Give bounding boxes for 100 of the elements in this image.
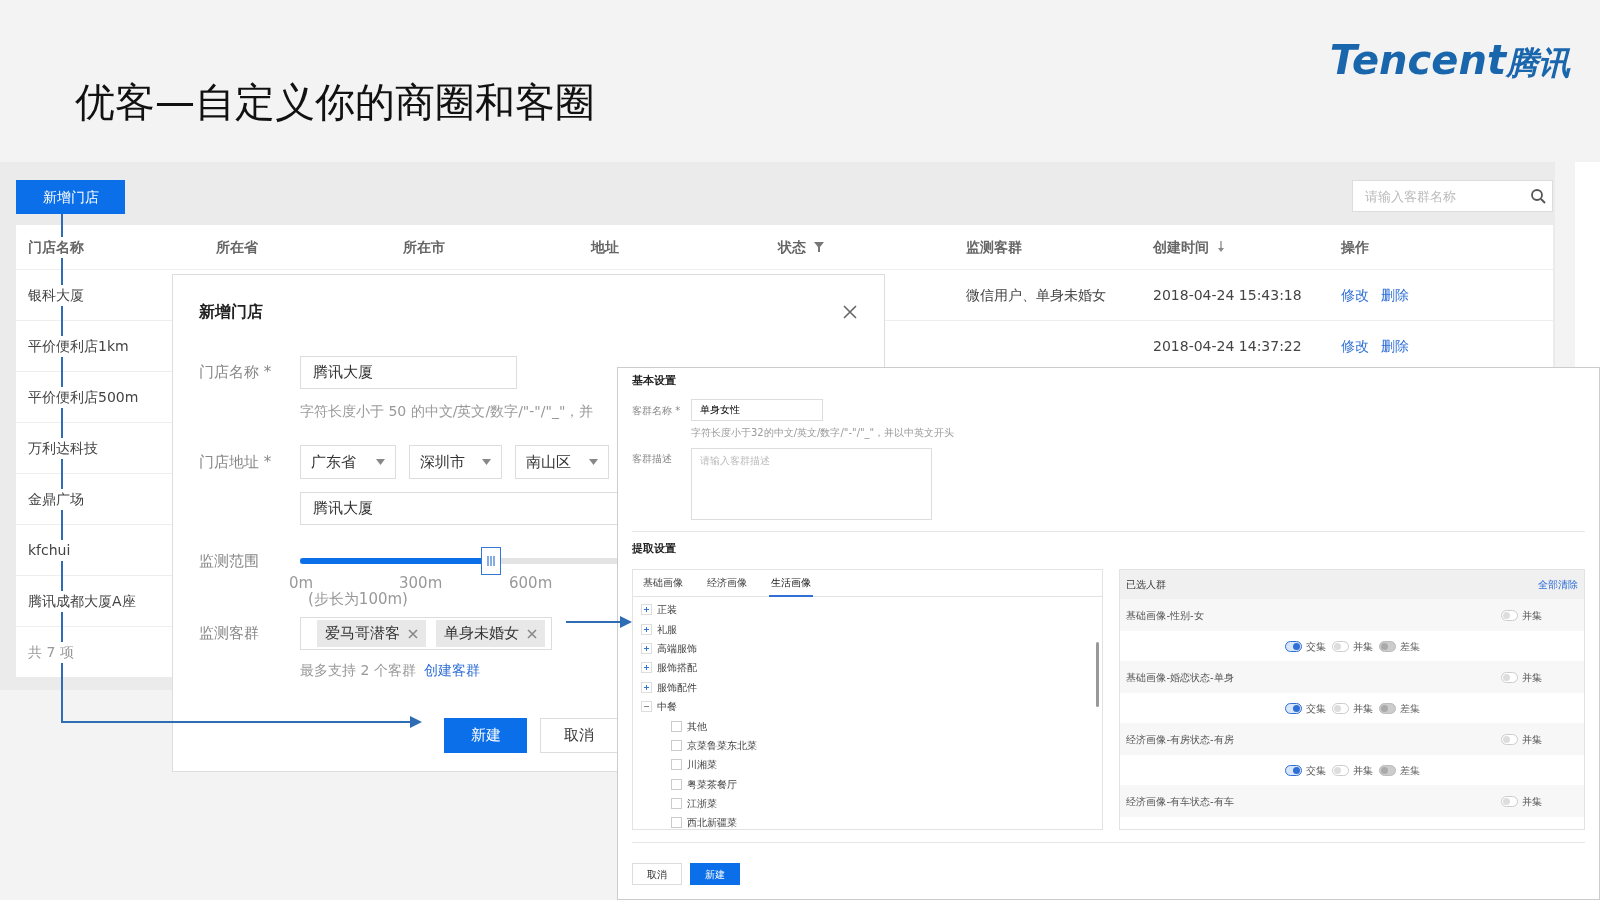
table-cell: kfchui — [28, 539, 71, 561]
slider-handle[interactable] — [480, 547, 501, 575]
close-icon — [842, 304, 858, 320]
scale-label: 600m — [509, 575, 553, 591]
option-label: 并集 — [1522, 670, 1542, 685]
cancel-button[interactable]: 取消 — [632, 863, 682, 885]
option-label: 并集 — [1522, 608, 1542, 623]
filter-icon — [814, 242, 824, 252]
panel-title: 已选人群 — [1126, 578, 1167, 592]
group-label: 经济画像-有房状态-有房 — [1126, 732, 1234, 747]
close-icon — [527, 628, 537, 639]
tree-item[interactable]: 高端服饰 — [657, 640, 697, 656]
select-field[interactable]: 南山区 — [515, 445, 609, 479]
option-label: 并集 — [1352, 639, 1373, 654]
checkbox[interactable] — [671, 817, 682, 829]
tree-item[interactable]: 京菜鲁菜东北菜 — [687, 737, 757, 753]
tree-item[interactable]: 西北新疆菜 — [687, 815, 737, 829]
tab[interactable]: 生活画像 — [769, 570, 813, 597]
toggle-switch[interactable] — [1284, 640, 1302, 652]
input-field[interactable]: 单身女性 — [691, 399, 823, 421]
create-button[interactable]: 新建 — [690, 863, 740, 885]
table-cell: 腾讯成都大厦A座 — [28, 590, 136, 612]
scrollbar[interactable] — [1096, 642, 1100, 707]
tree-item[interactable]: 中餐 — [657, 699, 677, 715]
option-label: 并集 — [1352, 763, 1373, 778]
select-field[interactable]: 广东省 — [300, 445, 396, 479]
field-label: 监测客群 — [199, 623, 260, 645]
group-label: 基础画像-婚恋状态-单身 — [1126, 670, 1234, 685]
input-field[interactable]: 腾讯大厦 — [300, 356, 517, 389]
section-title: 提取设置 — [632, 542, 677, 556]
group-label: 经济画像-有车状态-有车 — [1126, 794, 1234, 809]
input-field[interactable]: 腾讯大厦 — [300, 492, 618, 525]
action-link[interactable]: 修改 — [1340, 335, 1369, 357]
caret-icon — [376, 459, 385, 465]
option-label: 差集 — [1399, 639, 1420, 654]
field-label: 监测范围 — [199, 550, 260, 572]
collapse-icon[interactable] — [641, 701, 652, 713]
remove-button[interactable] — [408, 628, 418, 639]
tag: 单身未婚女 — [436, 620, 545, 647]
expand-icon[interactable] — [641, 623, 652, 635]
remove-button[interactable] — [527, 628, 537, 639]
expand-icon[interactable] — [641, 642, 652, 654]
field-label: 门店地址 * — [199, 451, 273, 473]
option-label: 交集 — [1305, 701, 1326, 716]
toggle-switch[interactable] — [1284, 702, 1302, 714]
create-link[interactable]: 创建客群 — [423, 660, 480, 681]
grip-icon — [486, 556, 495, 566]
tree-item[interactable]: 粤菜茶餐厅 — [687, 776, 737, 792]
field-label: 门店名称 * — [199, 362, 273, 384]
hint-text: 字符长度小于32的中文/英文/数字/"-"/"_"，并以中英文开头 — [691, 426, 955, 440]
scale-label: 300m — [399, 575, 443, 591]
cancel-button[interactable]: 取消 — [540, 718, 618, 753]
hint-text: 字符长度小于 50 的中文/英文/数字/"-"/"_"，并 — [300, 402, 594, 421]
field-label: 客群描述 — [632, 452, 673, 466]
close-button[interactable] — [842, 304, 858, 320]
tree-item[interactable]: 川湘菜 — [687, 757, 717, 773]
tag-field[interactable]: 爱马哥潜客 单身未婚女 — [300, 617, 552, 650]
tree-item[interactable]: 其他 — [687, 718, 707, 734]
table-cell: 银科大厦 — [28, 284, 84, 306]
create-button[interactable]: 新建 — [444, 718, 527, 753]
table-cell: 万利达科技 — [28, 437, 98, 459]
action-link[interactable]: 删除 — [1380, 284, 1409, 306]
hint-text: (步长为100m) — [308, 591, 408, 607]
tree-item[interactable]: 正装 — [657, 602, 677, 618]
action-link[interactable]: 修改 — [1340, 284, 1369, 306]
logo: Tencent腾讯 — [1329, 38, 1570, 82]
column-header: 门店名称 — [28, 236, 84, 258]
option-label: 差集 — [1399, 763, 1420, 778]
tree-item[interactable]: 江浙菜 — [687, 796, 717, 812]
action-link[interactable]: 删除 — [1380, 335, 1409, 357]
option-label: 并集 — [1522, 732, 1542, 747]
arrow — [565, 616, 632, 628]
caret-icon — [482, 459, 491, 465]
checkbox[interactable] — [671, 798, 682, 810]
add-store-button[interactable]: 新增门店 — [16, 180, 125, 214]
checkbox[interactable] — [671, 739, 682, 751]
tab[interactable]: 基础画像 — [641, 570, 685, 597]
tag: 爱马哥潜客 — [317, 620, 426, 647]
slide-title: 优客—自定义你的商圈和客圈 — [75, 80, 595, 124]
expand-icon[interactable] — [641, 604, 652, 616]
expand-icon[interactable] — [641, 681, 652, 693]
checkbox[interactable] — [671, 778, 682, 790]
expand-icon[interactable] — [641, 662, 652, 674]
scale-label: 0m — [289, 575, 314, 591]
checkbox[interactable] — [671, 720, 682, 732]
tree-item[interactable]: 礼服 — [657, 621, 677, 637]
clear-link[interactable]: 全部清除 — [1538, 577, 1578, 592]
text-area[interactable]: 请输入客群描述 — [691, 448, 932, 520]
checkbox[interactable] — [671, 759, 682, 771]
option-label: 交集 — [1305, 639, 1326, 654]
tab[interactable]: 经济画像 — [705, 570, 749, 597]
caret-icon — [589, 459, 598, 465]
select-field[interactable]: 深圳市 — [409, 445, 502, 479]
tree-item[interactable]: 服饰搭配 — [657, 660, 697, 676]
tree-item[interactable]: 服饰配件 — [657, 679, 697, 695]
dialog-title: 新增门店 — [199, 301, 263, 323]
toggle-switch[interactable] — [1284, 764, 1302, 776]
option-label: 并集 — [1522, 794, 1542, 809]
field-label: 客群名称 * — [632, 403, 682, 418]
table-cell: 平价便利店1km — [28, 335, 129, 357]
